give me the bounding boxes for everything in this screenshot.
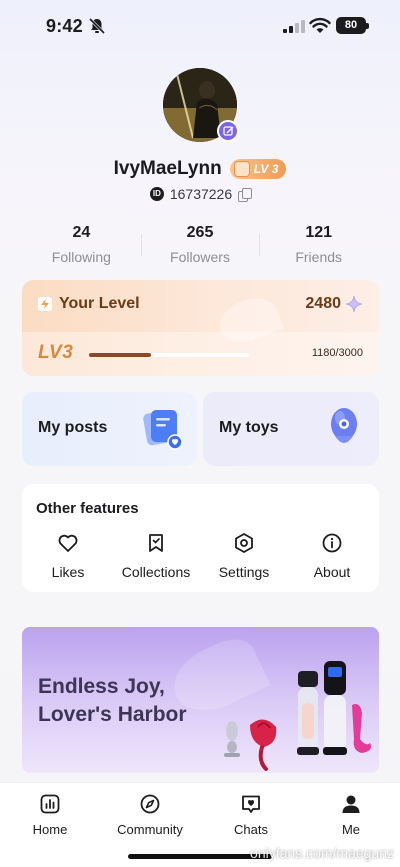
profile-stats: 24 Following 265 Followers 121 Friends — [22, 224, 378, 268]
person-icon — [342, 795, 360, 813]
avatar-container[interactable] — [163, 68, 239, 142]
feature-settings[interactable]: Settings — [200, 532, 288, 580]
heart-icon — [58, 534, 78, 552]
my-toys-label: My toys — [219, 419, 279, 436]
level-badge[interactable]: LV 3 — [229, 159, 287, 179]
stat-value: 24 — [72, 224, 91, 241]
feature-likes[interactable]: Likes — [24, 532, 112, 580]
stat-value: 265 — [186, 224, 214, 241]
watermark: onlyfans.com/maegunz — [250, 845, 394, 861]
stat-friends[interactable]: 121 Friends — [259, 224, 378, 268]
username-row: IvyMaeLynn LV 3 — [0, 158, 400, 180]
stat-followers[interactable]: 265 Followers — [140, 224, 260, 268]
level-crest-icon — [233, 161, 250, 177]
user-id: 16737226 — [169, 186, 233, 202]
feature-collections[interactable]: Collections — [112, 532, 200, 580]
feature-label: Settings — [218, 564, 270, 580]
edit-icon — [222, 125, 233, 136]
tab-label: Home — [32, 822, 68, 837]
level-logo: LV3 — [38, 342, 74, 363]
feature-label: About — [313, 564, 351, 580]
stat-label: Friends — [295, 249, 343, 265]
battery-indicator: 80 — [336, 17, 369, 34]
my-posts-label: My posts — [38, 419, 108, 436]
edit-avatar-button[interactable] — [217, 120, 239, 142]
banner-line-2: Lover's Harbor — [38, 703, 187, 726]
level-badge-label: LV 3 — [253, 162, 279, 176]
banner-headline: Endless Joy, Lover's Harbor — [38, 673, 187, 729]
cellular-signal-icon — [283, 19, 305, 33]
tab-label: Chats — [234, 822, 268, 837]
level-progress-text: 1180/3000 — [311, 347, 363, 359]
status-bar: 9:42 80 — [0, 0, 400, 54]
my-toys-button[interactable]: My toys — [203, 392, 379, 466]
tab-chats[interactable]: Chats — [211, 793, 291, 837]
feature-label: Likes — [51, 564, 85, 580]
level-points: 2480 — [305, 295, 341, 312]
tab-community[interactable]: Community — [110, 793, 190, 837]
sparkle-icon — [345, 295, 363, 313]
user-id-row: ID 16737226 — [0, 186, 400, 202]
level-progress-bar — [89, 353, 249, 357]
id-icon: ID — [149, 187, 164, 201]
bell-muted-icon — [88, 17, 106, 35]
compass-icon — [140, 794, 160, 814]
info-icon — [322, 533, 342, 553]
copy-icon[interactable] — [238, 187, 253, 202]
feature-label: Collections — [121, 564, 191, 580]
bookmark-icon — [149, 534, 163, 552]
stat-label: Followers — [170, 249, 230, 265]
posts-document-icon — [143, 410, 183, 450]
stat-label: Following — [51, 249, 111, 265]
tab-home[interactable]: Home — [10, 793, 90, 837]
settings-icon — [235, 533, 253, 553]
banner-line-1: Endless Joy, — [38, 675, 165, 698]
other-features-title: Other features — [36, 500, 139, 517]
chat-heart-icon — [242, 795, 260, 813]
stat-following[interactable]: 24 Following — [22, 224, 141, 268]
feature-about[interactable]: About — [288, 532, 376, 580]
chart-icon — [40, 794, 60, 814]
level-title: Your Level — [59, 295, 140, 312]
status-time: 9:42 — [46, 16, 83, 36]
other-features-card: Other features Likes Collections Setting… — [22, 484, 379, 592]
promo-banner[interactable]: Endless Joy, Lover's Harbor — [22, 627, 379, 773]
my-posts-button[interactable]: My posts — [22, 392, 197, 466]
level-card[interactable]: Your Level 2480 LV3 1180/3000 — [22, 280, 379, 376]
tab-me[interactable]: Me — [311, 793, 391, 837]
username: IvyMaeLynn — [113, 158, 222, 179]
toy-device-icon — [331, 408, 357, 443]
wifi-icon — [309, 17, 331, 33]
stat-value: 121 — [305, 224, 333, 241]
tab-label: Me — [341, 822, 361, 837]
banner-products-image — [224, 661, 371, 771]
level-card-header: Your Level 2480 — [22, 292, 379, 318]
level-progress-row: LV3 1180/3000 — [22, 332, 379, 376]
lightning-icon — [38, 297, 52, 311]
level-progress-fill — [89, 353, 152, 357]
tab-label: Community — [117, 822, 183, 837]
